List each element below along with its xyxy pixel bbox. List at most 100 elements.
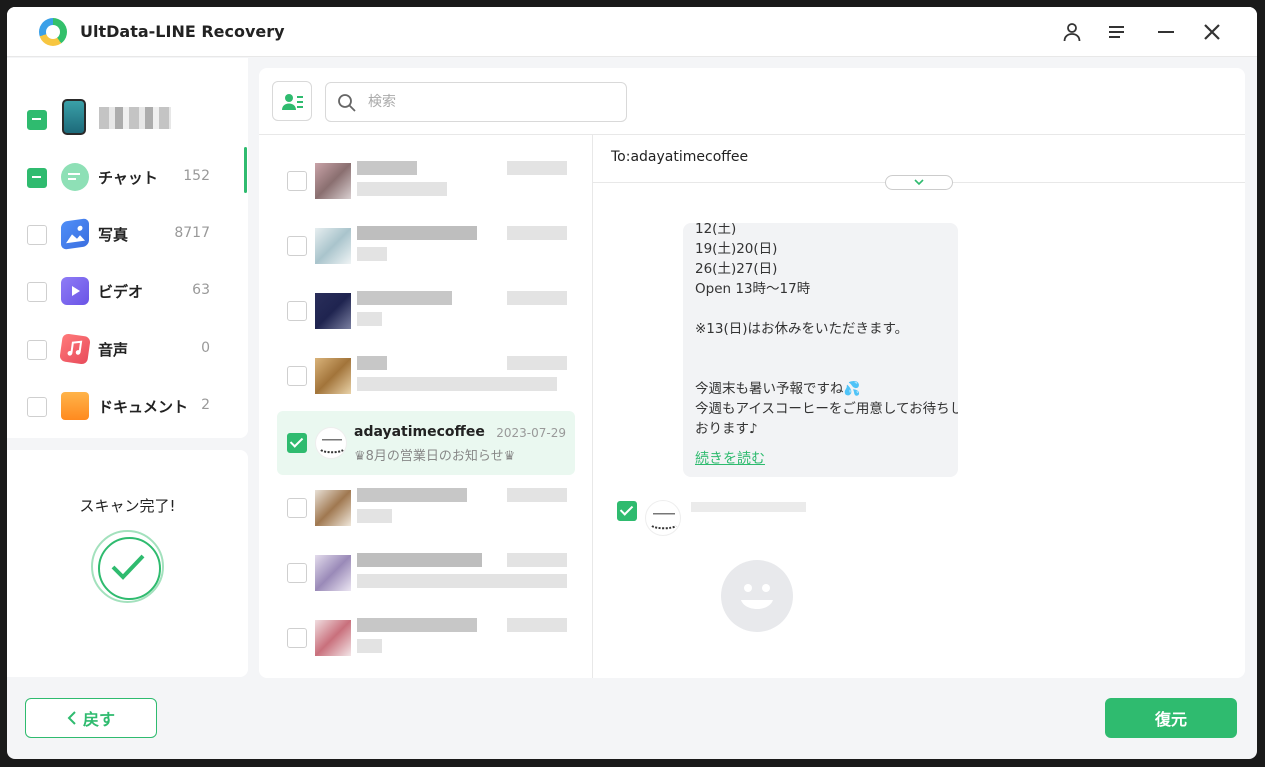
collapse-button[interactable] (885, 175, 953, 190)
sidebar-item-audio[interactable]: 音声 0 (7, 327, 248, 371)
blurred-sender (691, 502, 806, 512)
chat-list-item[interactable] (277, 541, 575, 605)
blurred-date (507, 161, 567, 175)
message-line: 19(土)20(日) (695, 241, 778, 257)
conversation-header: To:adayatimecoffee (593, 135, 1245, 190)
scan-status-text: スキャン完了! (79, 497, 176, 515)
sidebar-item-photo[interactable]: 写真 8717 (7, 212, 248, 256)
contact-filter-button[interactable] (272, 81, 312, 121)
video-icon (61, 277, 89, 305)
back-button[interactable]: 戻す (25, 698, 157, 738)
chat-checkbox[interactable] (287, 433, 307, 453)
chat-list-item[interactable] (277, 279, 575, 343)
message-bubble: 12(土) 19(土)20(日) 26(土)27(日) Open 13時〜17時… (683, 223, 958, 477)
avatar (315, 293, 351, 329)
chat-list-item[interactable] (277, 476, 575, 540)
close-icon[interactable] (1199, 19, 1225, 45)
sidebar-item-device[interactable] (7, 97, 248, 141)
chat-checkbox[interactable] (287, 236, 307, 256)
audio-checkbox[interactable] (27, 340, 47, 360)
blurred-preview (357, 247, 387, 261)
chat-checkbox[interactable] (287, 628, 307, 648)
message-line: 今週もアイスコーヒーをご用意してお待ちして (695, 401, 958, 417)
chat-icon (61, 163, 89, 191)
chat-preview: ♛8月の営業日のお知らせ♛ (354, 449, 516, 464)
blurred-name (357, 291, 452, 305)
chat-list-item[interactable] (277, 149, 575, 213)
chat-checkbox[interactable] (287, 301, 307, 321)
chat-list: adayatimecoffee 2023-07-29 ♛8月の営業日のお知らせ♛ (259, 135, 592, 675)
sidebar-item-chat[interactable]: チャット 152 (7, 155, 248, 199)
chat-list-item[interactable] (277, 344, 575, 408)
message-checkbox[interactable] (617, 501, 637, 521)
active-indicator (244, 147, 247, 193)
sticker-placeholder-icon (721, 560, 793, 632)
blurred-name (357, 226, 477, 240)
video-checkbox[interactable] (27, 282, 47, 302)
blurred-date (507, 553, 567, 567)
avatar (315, 358, 351, 394)
sidebar-item-count: 0 (201, 340, 210, 356)
minimize-icon[interactable] (1153, 19, 1179, 45)
app-logo-icon (39, 18, 67, 46)
blurred-name (357, 618, 477, 632)
photo-checkbox[interactable] (27, 225, 47, 245)
scan-status-panel: スキャン完了! (7, 450, 248, 677)
message-line: 今週末も暑い予報ですね💦 (695, 381, 861, 397)
avatar (315, 228, 351, 264)
blurred-preview (357, 312, 382, 326)
chat-list-item[interactable] (277, 214, 575, 278)
chat-checkbox[interactable] (27, 168, 47, 188)
phone-icon (62, 99, 86, 135)
scan-complete-icon (91, 530, 164, 603)
blurred-date (507, 291, 567, 305)
blurred-name (357, 356, 387, 370)
blurred-name (357, 161, 417, 175)
blurred-preview (357, 377, 557, 391)
message-line: Open 13時〜17時 (695, 281, 811, 297)
user-icon[interactable] (1059, 19, 1085, 45)
chat-checkbox[interactable] (287, 498, 307, 518)
chat-date: 2023-07-29 (496, 426, 566, 440)
message-line: 26(土)27(日) (695, 261, 778, 277)
document-checkbox[interactable] (27, 397, 47, 417)
menu-icon[interactable] (1104, 19, 1130, 45)
message-line: ※13(日)はお休みをいただきます。 (695, 321, 909, 337)
sidebar-item-document[interactable]: ドキュメント 2 (7, 384, 248, 428)
chevron-left-icon (67, 711, 76, 725)
message-line: 12(土) (695, 223, 737, 237)
read-more-link[interactable]: 続きを読む (695, 448, 765, 468)
avatar (315, 620, 351, 656)
restore-button[interactable]: 復元 (1105, 698, 1237, 738)
sidebar-item-count: 63 (192, 282, 210, 298)
sidebar-item-label: 音声 (98, 341, 129, 359)
avatar (315, 555, 351, 591)
chat-list-item-selected[interactable]: adayatimecoffee 2023-07-29 ♛8月の営業日のお知らせ♛ (277, 411, 575, 475)
chat-checkbox[interactable] (287, 171, 307, 191)
folder-icon (61, 392, 89, 420)
blurred-name (357, 553, 482, 567)
app-window: UltData-LINE Recovery チャット 152 写真 8717 ビ… (7, 7, 1257, 759)
blurred-preview (357, 182, 447, 196)
chat-list-item[interactable] (277, 606, 575, 670)
message-line: おります♪ (695, 421, 758, 437)
message-line (695, 339, 946, 359)
main-panel: adayatimecoffee 2023-07-29 ♛8月の営業日のお知らせ♛ (259, 68, 1245, 678)
search-input[interactable] (368, 91, 608, 113)
conversation-recipient: To:adayatimecoffee (611, 149, 749, 165)
restore-button-label: 復元 (1154, 710, 1187, 729)
back-button-label: 戻す (82, 710, 115, 729)
sidebar-item-label: ドキュメント (98, 398, 189, 416)
avatar (315, 490, 351, 526)
blurred-date (507, 488, 567, 502)
chevron-down-icon (914, 179, 924, 186)
chat-checkbox[interactable] (287, 563, 307, 583)
device-checkbox[interactable] (27, 110, 47, 130)
sidebar-item-video[interactable]: ビデオ 63 (7, 269, 248, 313)
avatar (645, 500, 681, 536)
search-icon (338, 94, 356, 112)
divider (592, 134, 593, 678)
chat-checkbox[interactable] (287, 366, 307, 386)
sidebar-item-label: ビデオ (98, 283, 144, 301)
search-box[interactable] (325, 82, 627, 122)
